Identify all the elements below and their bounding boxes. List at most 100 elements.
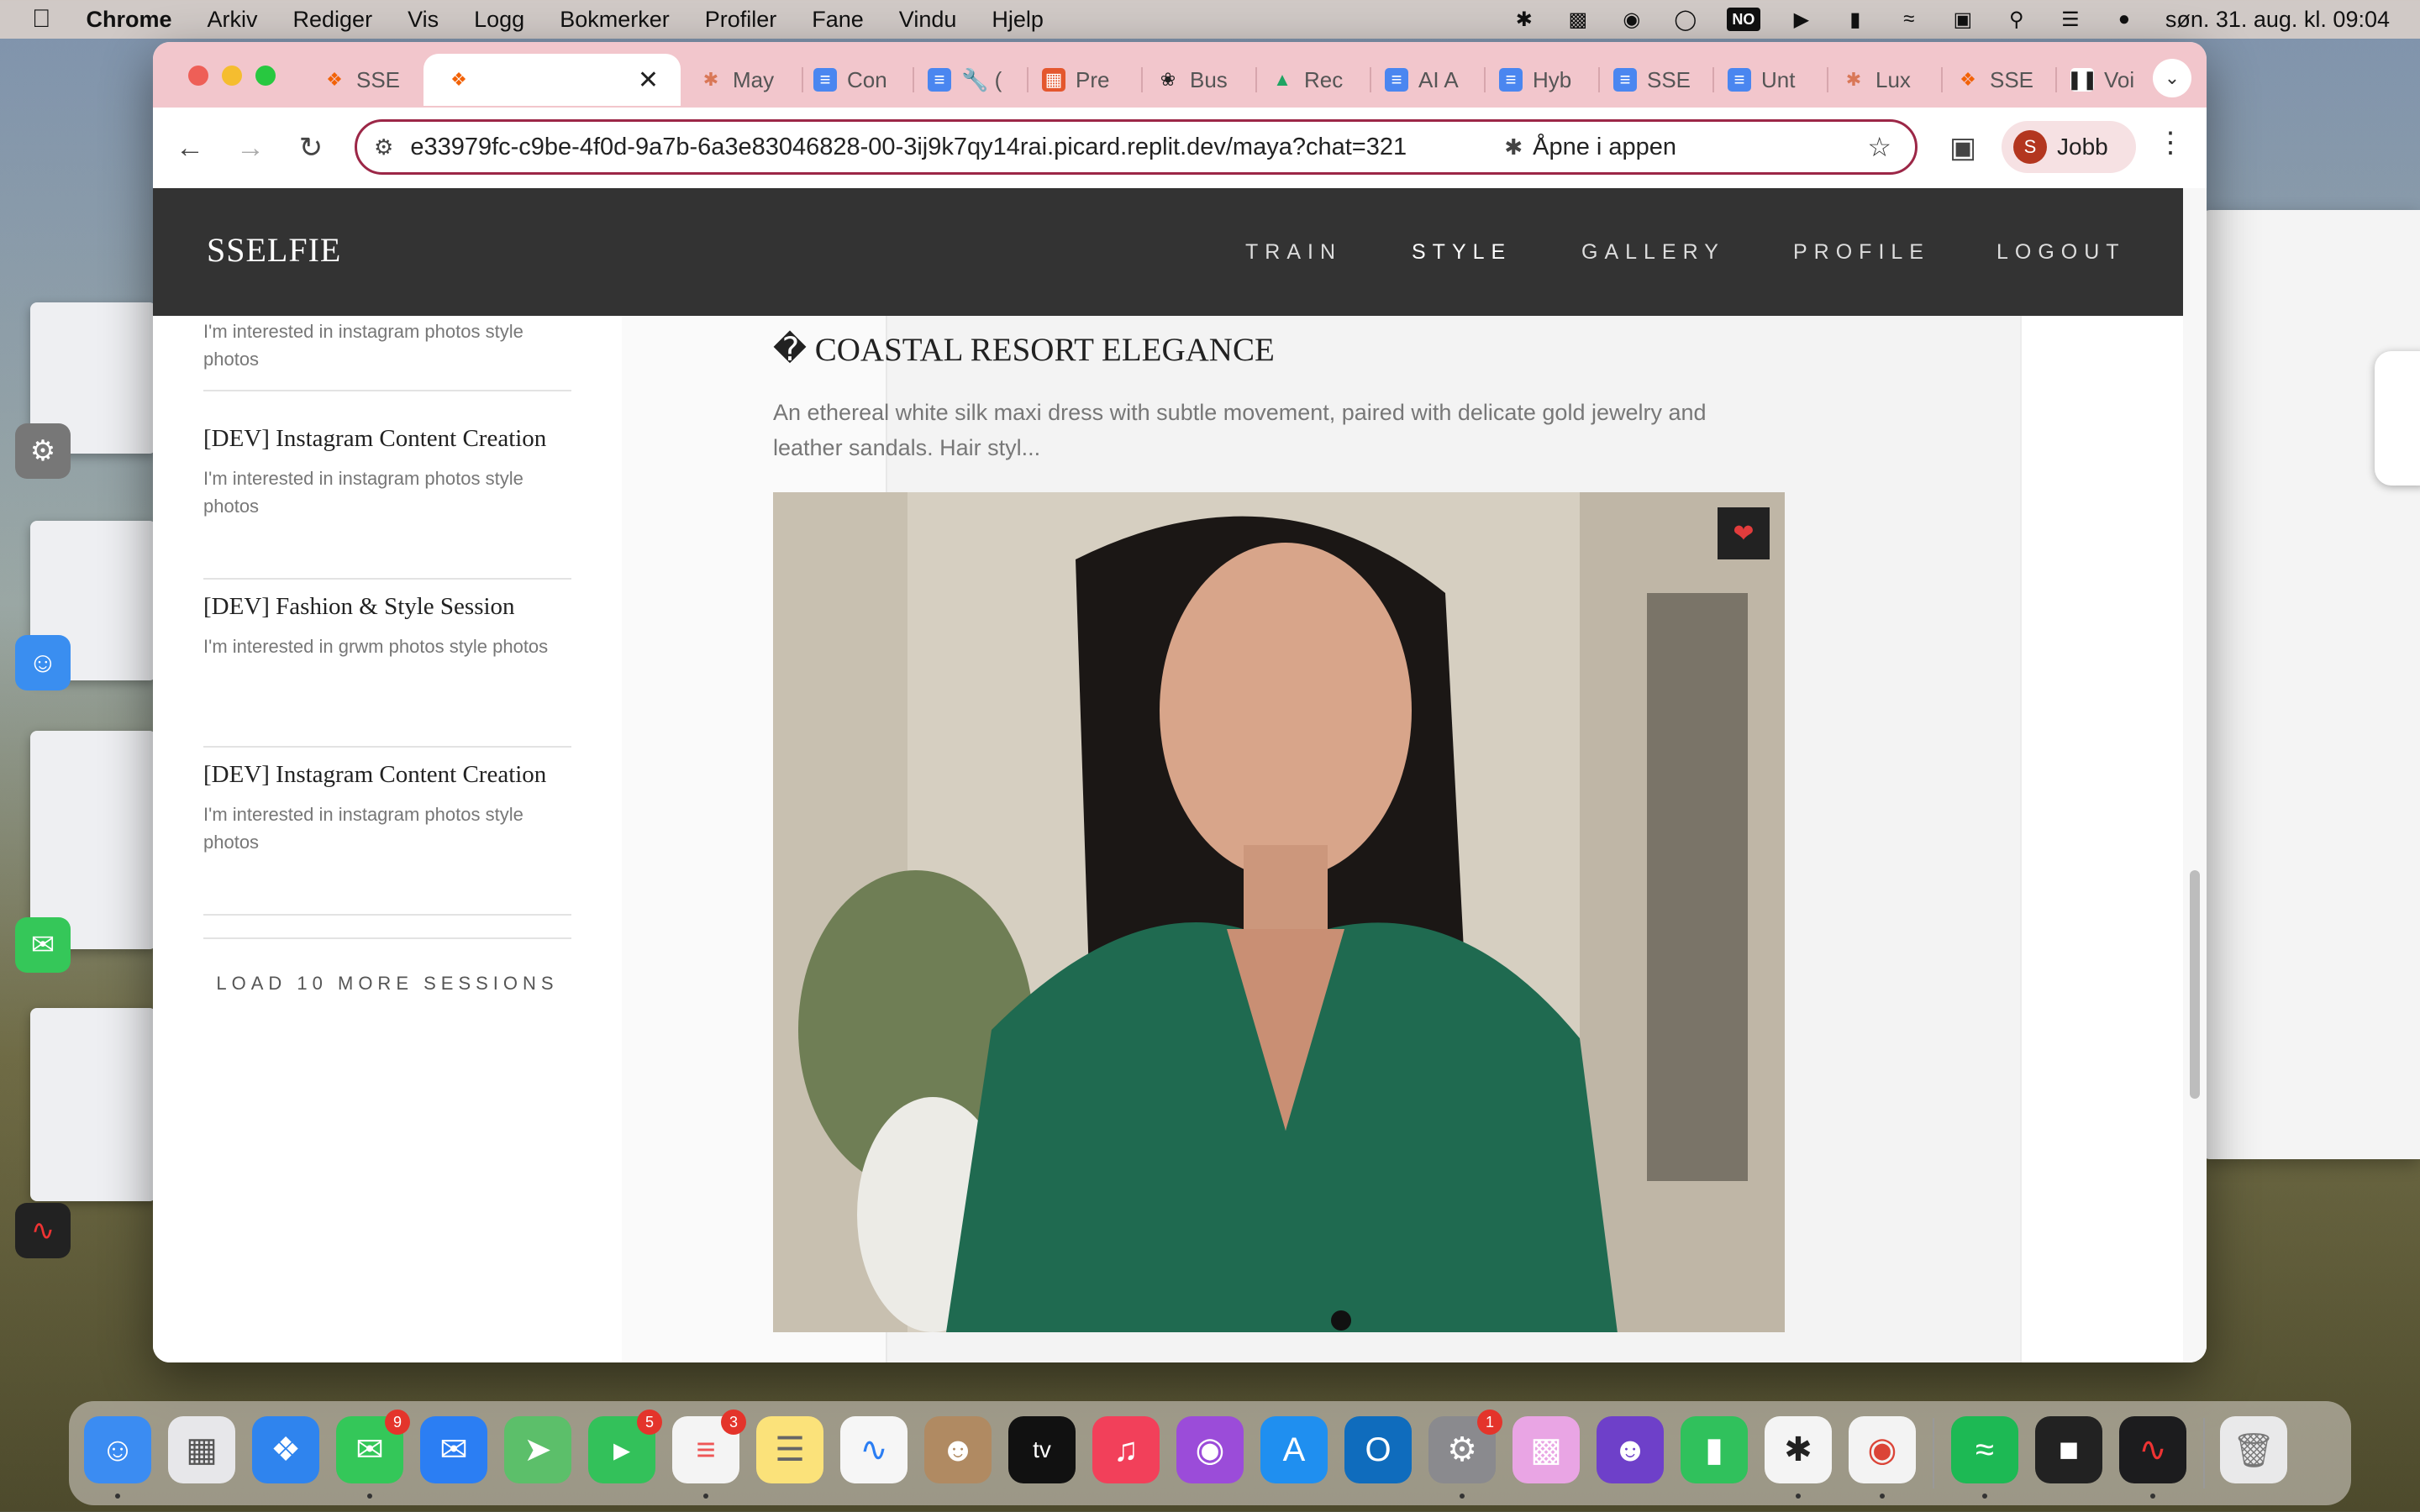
session-item-partial[interactable]: I'm interested in instagram photos style…: [203, 306, 571, 391]
cube-app-icon[interactable]: ■: [2035, 1416, 2102, 1483]
favorite-heart-button[interactable]: ❤: [1718, 507, 1770, 559]
keynote-icon[interactable]: ▩: [1512, 1416, 1580, 1483]
voice-memos-icon[interactable]: ∿: [2119, 1416, 2186, 1499]
menu-fane[interactable]: Fane: [812, 7, 864, 33]
menu-arkiv[interactable]: Arkiv: [208, 7, 258, 33]
freeform-icon[interactable]: ∿: [840, 1416, 908, 1483]
menu-logg[interactable]: Logg: [474, 7, 524, 33]
github-icon[interactable]: ☻: [1597, 1416, 1664, 1483]
url-text[interactable]: e33979fc-c9be-4f0d-9a7b-6a3e83046828-00-…: [410, 134, 1486, 161]
nav-train[interactable]: TRAIN: [1245, 240, 1342, 265]
display-icon[interactable]: ▩: [1565, 8, 1591, 31]
finder-icon[interactable]: ☺: [15, 635, 71, 690]
tab-7[interactable]: ❀ Bus: [1156, 54, 1257, 106]
stage-thumbnail-3[interactable]: [30, 731, 156, 949]
system-settings-icon[interactable]: ⚙: [15, 423, 71, 479]
forward-button[interactable]: →: [227, 124, 274, 171]
chrome-menu-icon[interactable]: ⋮: [2156, 126, 2185, 160]
launchpad-icon[interactable]: ▦: [168, 1416, 235, 1483]
nav-profile[interactable]: PROFILE: [1793, 240, 1930, 265]
nav-logout[interactable]: LOGOUT: [1996, 240, 2126, 265]
profile-menu-button[interactable]: S Jobb: [2002, 121, 2136, 173]
session-item[interactable]: [DEV] Instagram Content Creation I'm int…: [203, 425, 571, 580]
session-item[interactable]: [DEV] Fashion & Style Session I'm intere…: [203, 593, 571, 748]
wifi-icon[interactable]: ≈: [1897, 8, 1922, 30]
load-more-sessions-button[interactable]: LOAD 10 MORE SESSIONS: [203, 937, 571, 995]
open-in-app-label[interactable]: Åpne i appen: [1533, 134, 1676, 161]
session-item[interactable]: [DEV] Instagram Content Creation I'm int…: [203, 761, 571, 916]
contacts-icon[interactable]: ☻: [924, 1416, 992, 1483]
numbers-icon[interactable]: ▮: [1681, 1416, 1748, 1483]
tab-13[interactable]: ✱ Lux: [1842, 54, 1943, 106]
minimize-window-button[interactable]: [222, 66, 242, 86]
tab-search-button[interactable]: ⌄: [2153, 59, 2191, 97]
trash-icon[interactable]: 🗑: [2220, 1416, 2287, 1483]
site-logo[interactable]: SSELFIE: [207, 230, 341, 270]
tab-15[interactable]: ❚❚ Voi: [2067, 54, 2154, 106]
accessibility-icon[interactable]: ◯: [1673, 8, 1698, 31]
floating-widget-icon[interactable]: [2375, 351, 2420, 486]
safari-icon[interactable]: ❖: [252, 1416, 319, 1483]
grammarly-icon[interactable]: ◉: [1619, 8, 1644, 31]
tab-11[interactable]: ≡ SSE: [1613, 54, 1714, 106]
menu-vis[interactable]: Vis: [408, 7, 439, 33]
tab-4[interactable]: ≡ Con: [813, 54, 914, 106]
generated-photo[interactable]: ❤: [773, 492, 1785, 1332]
tab-10[interactable]: ≡ Hyb: [1499, 54, 1600, 106]
system-settings-icon[interactable]: ⚙ 1: [1428, 1410, 1502, 1499]
reminders-icon[interactable]: ≡ 3: [672, 1410, 746, 1499]
mail-icon[interactable]: ✉: [420, 1416, 487, 1483]
menu-app-name[interactable]: Chrome: [87, 7, 172, 33]
maps-icon[interactable]: ➤: [504, 1416, 571, 1483]
tab-3[interactable]: ✱ May: [699, 54, 800, 106]
tab-14[interactable]: ❖ SSE: [1956, 54, 2057, 106]
bluetooth-icon[interactable]: ✱: [1512, 8, 1537, 31]
messages-side-icon[interactable]: ✉: [15, 917, 71, 973]
back-button[interactable]: ←: [166, 124, 213, 171]
battery-icon[interactable]: ▮: [1843, 8, 1868, 31]
tab-12[interactable]: ≡ Unt: [1728, 54, 1828, 106]
extensions-icon[interactable]: ▣: [1939, 124, 1986, 171]
tab-9[interactable]: ≡ AI A: [1385, 54, 1486, 106]
tab-8[interactable]: ▲ Rec: [1270, 54, 1371, 106]
address-bar[interactable]: ⚙ e33979fc-c9be-4f0d-9a7b-6a3e83046828-0…: [355, 119, 1918, 175]
menu-bokmerker[interactable]: Bokmerker: [560, 7, 670, 33]
tab-2-active[interactable]: ❖ ✕: [424, 54, 681, 106]
maximize-window-button[interactable]: [255, 66, 276, 86]
podcasts-icon[interactable]: ◉: [1176, 1416, 1244, 1483]
bookmark-star-icon[interactable]: ☆: [1867, 131, 1891, 163]
siri-icon[interactable]: ●: [2112, 8, 2137, 30]
messages-icon[interactable]: ✉ 9: [336, 1410, 410, 1499]
spotlight-search-icon[interactable]: ⚲: [2004, 8, 2029, 31]
perplexity-icon[interactable]: ✱: [1765, 1416, 1832, 1499]
input-source-icon[interactable]: NO: [1726, 8, 1760, 31]
screen-mirror-icon[interactable]: ▣: [1950, 8, 1975, 31]
close-window-button[interactable]: [188, 66, 208, 86]
outlook-icon[interactable]: O: [1344, 1416, 1412, 1483]
menubar-clock[interactable]: søn. 31. aug. kl. 09:04: [2165, 7, 2390, 33]
tab-1[interactable]: ❖ SSE: [323, 54, 424, 106]
control-center-icon[interactable]: ☰: [2058, 8, 2083, 31]
chrome-icon[interactable]: ◉: [1849, 1416, 1916, 1499]
play-icon[interactable]: ▶: [1789, 8, 1814, 31]
stage-thumbnail-4[interactable]: [30, 1008, 156, 1201]
spotify-icon[interactable]: ≈: [1951, 1416, 2018, 1499]
nav-gallery[interactable]: GALLERY: [1581, 240, 1725, 265]
apple-icon[interactable]: : [32, 5, 51, 34]
apple-tv-icon[interactable]: tv: [1008, 1416, 1076, 1483]
tab-6[interactable]: ▦ Pre: [1042, 54, 1143, 106]
site-info-icon[interactable]: ⚙: [374, 134, 393, 160]
facetime-icon[interactable]: ▸ 5: [588, 1410, 662, 1483]
finder-icon[interactable]: ☺: [84, 1416, 151, 1499]
reload-button[interactable]: ↻: [287, 124, 334, 171]
menu-vindu[interactable]: Vindu: [899, 7, 957, 33]
menu-rediger[interactable]: Rediger: [293, 7, 373, 33]
music-icon[interactable]: ♫: [1092, 1416, 1160, 1483]
page-scrollbar[interactable]: [2183, 188, 2207, 1362]
notes-icon[interactable]: ☰: [756, 1416, 823, 1483]
scrollbar-thumb[interactable]: [2190, 870, 2200, 1099]
nav-style[interactable]: STYLE: [1412, 240, 1512, 265]
app-store-icon[interactable]: A: [1260, 1416, 1328, 1483]
menu-profiler[interactable]: Profiler: [705, 7, 777, 33]
tab-5[interactable]: ≡ 🔧 (: [928, 54, 1028, 106]
